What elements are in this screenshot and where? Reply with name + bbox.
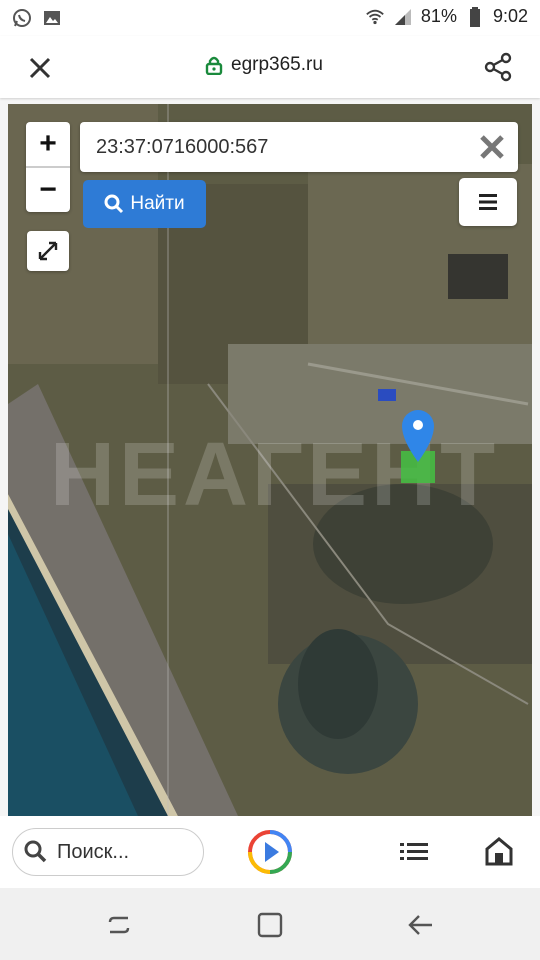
home-nav-icon[interactable] [255,910,285,940]
share-icon[interactable] [482,51,514,83]
search-icon [104,194,124,214]
fullscreen-button[interactable] [27,231,69,271]
battery-icon [469,6,480,27]
wifi-icon [366,9,384,24]
location-pin-icon[interactable] [398,406,438,464]
home-icon[interactable] [484,836,514,866]
system-nav-bar [0,888,540,960]
url-display[interactable]: egrp365.ru [205,54,323,76]
cadastral-search-input[interactable]: 23:37:0716000:567 [80,122,518,172]
tabs-list-icon[interactable] [398,836,430,868]
battery-percent: 81% [420,6,457,26]
expand-icon [38,241,58,261]
back-icon[interactable] [406,910,436,940]
zoom-in-button[interactable]: + [26,122,70,166]
find-button-label: Найти [130,193,185,214]
satellite-map[interactable]: НЕАГЕНТ + − 23:37:0716000:567 Найти [8,104,532,816]
hamburger-icon [479,194,497,210]
signal-icon [394,8,411,25]
assistant-icon[interactable] [246,828,294,876]
close-icon[interactable] [24,52,56,84]
recent-apps-icon[interactable] [104,910,134,940]
lock-icon [205,56,223,75]
search-value: 23:37:0716000:567 [96,136,269,158]
zoom-out-button[interactable]: − [26,168,70,212]
zoom-control: + − [26,122,70,212]
browser-url-bar: egrp365.ru [0,36,540,98]
status-bar: 81% 9:02 [0,0,540,36]
image-notification-icon [44,11,60,25]
menu-button[interactable] [459,178,517,226]
url-text: egrp365.ru [231,54,323,75]
browser-bottom-bar: Поиск... [0,816,540,888]
whatsapp-icon [13,9,31,27]
find-button[interactable]: Найти [83,180,206,228]
bottom-search-label: Поиск... [57,840,130,863]
clock: 9:02 [492,6,528,26]
search-icon [24,840,47,863]
clear-icon[interactable] [476,131,508,163]
bottom-search[interactable]: Поиск... [12,828,204,876]
